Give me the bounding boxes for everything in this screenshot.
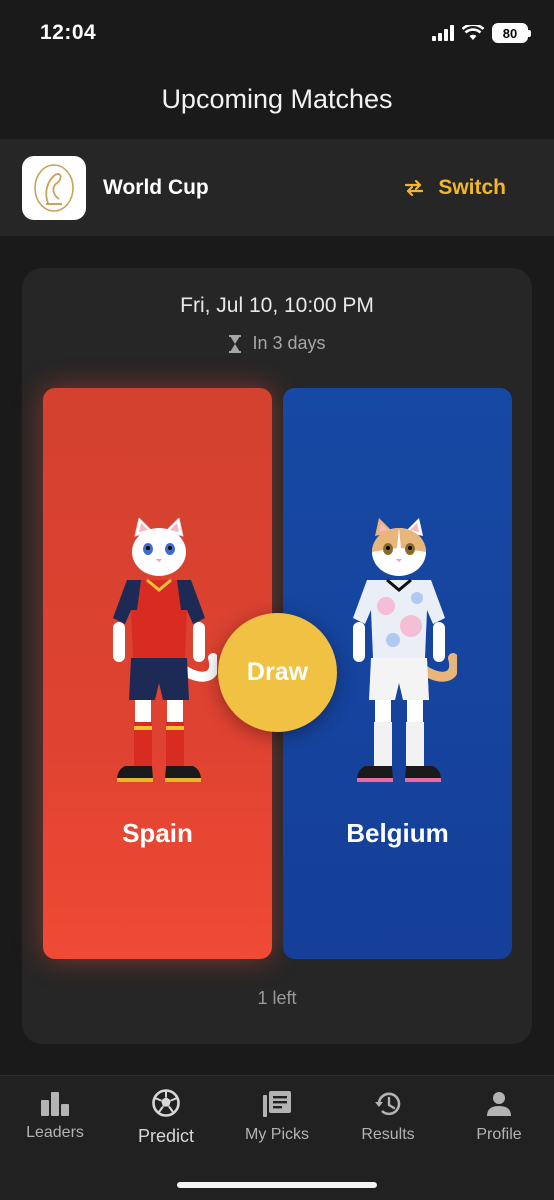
tournament-name: World Cup [103, 175, 209, 199]
hourglass-icon [229, 334, 242, 353]
draw-pick-button[interactable]: Draw [218, 613, 337, 732]
signal-icon [432, 25, 454, 41]
nav-item-my-picks[interactable]: My Picks [222, 1090, 332, 1144]
nav-label-leaders: Leaders [26, 1124, 84, 1141]
away-team-name: Belgium [346, 818, 449, 848]
swap-arrows-icon [405, 179, 424, 196]
countdown-text: In 3 days [252, 333, 326, 353]
picks-list-icon [263, 1091, 291, 1117]
switch-tournament-button[interactable]: Switch [404, 176, 532, 200]
status-icons: 80 [432, 23, 531, 43]
person-icon [487, 1092, 511, 1116]
nav-label-profile: Profile [476, 1126, 522, 1143]
match-date: Fri, Jul 10, 10:00 PM [180, 294, 374, 317]
status-time: 12:04 [40, 21, 97, 44]
status-bar: 12:04 80 [0, 0, 554, 66]
page-title: Upcoming Matches [161, 84, 393, 114]
picks-remaining: 1 left [257, 988, 297, 1008]
nav-item-profile[interactable]: Profile [444, 1090, 554, 1144]
spain-cat-player-illustration [113, 518, 217, 782]
match-countdown: In 3 days [22, 333, 532, 354]
nav-label-my-picks: My Picks [245, 1126, 309, 1143]
draw-label: Draw [246, 658, 309, 686]
nav-item-leaders[interactable]: Leaders [0, 1090, 110, 1142]
history-icon [375, 1092, 401, 1116]
world-cup-logo [22, 155, 86, 220]
nav-item-predict[interactable]: Predict [111, 1088, 221, 1147]
battery-indicator: 80 [492, 23, 531, 43]
soccer-ball-icon [152, 1089, 180, 1117]
nav-label-results: Results [361, 1126, 415, 1143]
home-indicator [177, 1182, 377, 1188]
bar-chart-icon [41, 1092, 69, 1116]
battery-level: 80 [502, 25, 518, 41]
tournament-bar: World Cup Switch [0, 139, 554, 236]
nav-label-predict: Predict [137, 1126, 195, 1146]
belgium-cat-player-illustration [353, 518, 457, 782]
match-card: Fri, Jul 10, 10:00 PM In 3 days Spain Be… [22, 268, 532, 1044]
home-team-name: Spain [122, 818, 193, 848]
wifi-icon [462, 25, 484, 40]
switch-label: Switch [438, 175, 506, 199]
nav-item-results[interactable]: Results [333, 1090, 443, 1144]
